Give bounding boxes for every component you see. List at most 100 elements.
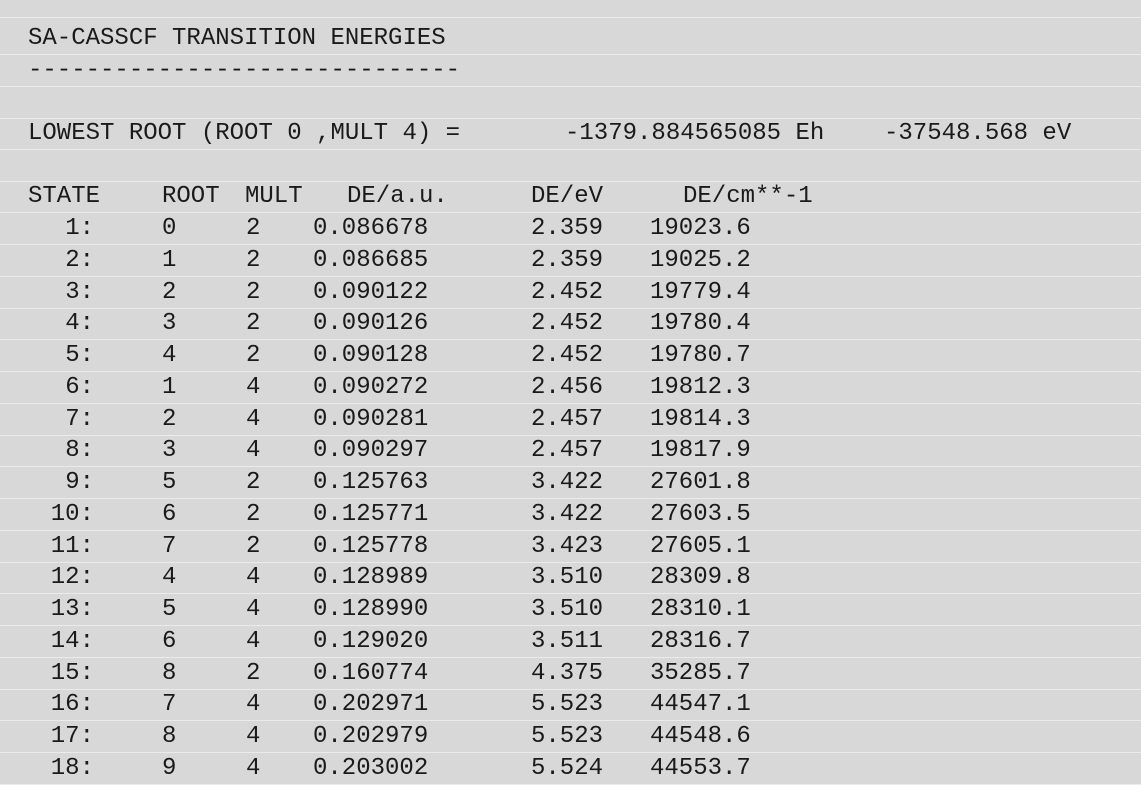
state-cell: 13: — [50, 596, 94, 623]
blank-line — [0, 151, 1141, 182]
de-ev-cell: 3.511 — [531, 628, 604, 655]
root-cell: 7 — [162, 533, 177, 560]
de-ev-cell: 3.422 — [531, 469, 604, 496]
de-cm-cell: 44547.1 — [650, 691, 751, 718]
table-row: 1: 0 2 0.086678 2.359 19023.6 — [0, 214, 1141, 245]
table-row: 8: 3 4 0.090297 2.457 19817.9 — [0, 436, 1141, 467]
header-state: STATE — [28, 183, 101, 210]
table-row: 12: 4 4 0.128989 3.510 28309.8 — [0, 563, 1141, 594]
de-cm-cell: 28316.7 — [650, 628, 751, 655]
mult-cell: 4 — [246, 374, 261, 401]
state-cell: 3: — [65, 279, 94, 306]
de-ev-cell: 2.452 — [531, 310, 604, 337]
header-de-au: DE/a.u. — [347, 183, 448, 210]
de-ev-cell: 5.523 — [531, 723, 604, 750]
de-au-cell: 0.203002 — [313, 755, 429, 782]
state-cell: 10: — [50, 501, 94, 528]
de-ev-cell: 2.452 — [531, 342, 604, 369]
mult-cell: 2 — [246, 342, 261, 369]
root-cell: 4 — [162, 564, 177, 591]
state-cell: 1: — [65, 215, 94, 242]
de-au-cell: 0.090122 — [313, 279, 429, 306]
root-cell: 8 — [162, 660, 177, 687]
mult-cell: 4 — [246, 755, 261, 782]
de-cm-cell: 44553.7 — [650, 755, 751, 782]
root-cell: 6 — [162, 501, 177, 528]
de-ev-cell: 3.510 — [531, 564, 604, 591]
de-au-cell: 0.125763 — [313, 469, 429, 496]
table-row: 10: 6 2 0.125771 3.422 27603.5 — [0, 500, 1141, 531]
mult-cell: 2 — [246, 310, 261, 337]
de-ev-cell: 3.510 — [531, 596, 604, 623]
de-cm-cell: 27605.1 — [650, 533, 751, 560]
state-cell: 17: — [50, 723, 94, 750]
de-cm-cell: 19817.9 — [650, 437, 751, 464]
mult-cell: 4 — [246, 406, 261, 433]
mult-cell: 2 — [246, 501, 261, 528]
root-cell: 2 — [162, 279, 177, 306]
table-row: 4: 3 2 0.090126 2.452 19780.4 — [0, 309, 1141, 340]
state-cell: 4: — [65, 310, 94, 337]
lowest-root-label: LOWEST ROOT (ROOT 0 ,MULT 4) = — [28, 120, 461, 147]
de-au-cell: 0.202979 — [313, 723, 429, 750]
de-cm-cell: 19812.3 — [650, 374, 751, 401]
table-row: 3: 2 2 0.090122 2.452 19779.4 — [0, 278, 1141, 309]
top-separator: ------------------------------ — [28, 0, 460, 11]
de-au-cell: 0.090297 — [313, 437, 429, 464]
top-separator-line: ------------------------------ — [0, 0, 1141, 18]
de-ev-cell: 2.457 — [531, 437, 604, 464]
de-au-cell: 0.090126 — [313, 310, 429, 337]
de-cm-cell: 19779.4 — [650, 279, 751, 306]
root-cell: 6 — [162, 628, 177, 655]
table-row: 15: 8 2 0.160774 4.375 35285.7 — [0, 659, 1141, 690]
header-mult: MULT — [245, 183, 303, 210]
mult-cell: 2 — [246, 469, 261, 496]
table-row: 13: 5 4 0.128990 3.510 28310.1 — [0, 595, 1141, 626]
de-au-cell: 0.090128 — [313, 342, 429, 369]
state-cell: 7: — [65, 406, 94, 433]
mult-cell: 2 — [246, 279, 261, 306]
table-row: 16: 7 4 0.202971 5.523 44547.1 — [0, 690, 1141, 721]
mult-cell: 4 — [246, 628, 261, 655]
de-ev-cell: 2.457 — [531, 406, 604, 433]
de-ev-cell: 2.456 — [531, 374, 604, 401]
state-cell: 12: — [50, 564, 94, 591]
de-ev-cell: 5.523 — [531, 691, 604, 718]
de-au-cell: 0.128990 — [313, 596, 429, 623]
mult-cell: 4 — [246, 596, 261, 623]
state-cell: 2: — [65, 247, 94, 274]
de-cm-cell: 19780.4 — [650, 310, 751, 337]
table-row: 9: 5 2 0.125763 3.422 27601.8 — [0, 468, 1141, 499]
mult-cell: 2 — [246, 215, 261, 242]
blank-line — [0, 88, 1141, 119]
de-ev-cell: 2.359 — [531, 247, 604, 274]
table-row: 2: 1 2 0.086685 2.359 19025.2 — [0, 246, 1141, 277]
de-au-cell: 0.090272 — [313, 374, 429, 401]
root-cell: 9 — [162, 755, 177, 782]
de-cm-cell: 27603.5 — [650, 501, 751, 528]
de-cm-cell: 44548.6 — [650, 723, 751, 750]
state-cell: 18: — [50, 755, 94, 782]
de-ev-cell: 2.359 — [531, 215, 604, 242]
table-row: 17: 8 4 0.202979 5.523 44548.6 — [0, 722, 1141, 753]
state-cell: 8: — [65, 437, 94, 464]
de-cm-cell: 28310.1 — [650, 596, 751, 623]
table-row: 5: 4 2 0.090128 2.452 19780.7 — [0, 341, 1141, 372]
separator: ------------------------------ — [28, 57, 461, 84]
de-au-cell: 0.202971 — [313, 691, 429, 718]
mult-cell: 2 — [246, 533, 261, 560]
root-cell: 3 — [162, 310, 177, 337]
table-row: 18: 9 4 0.203002 5.524 44553.7 — [0, 754, 1141, 785]
state-cell: 11: — [50, 533, 94, 560]
lowest-root-line: LOWEST ROOT (ROOT 0 ,MULT 4) = -1379.884… — [0, 119, 1141, 150]
separator-line: ------------------------------ — [0, 56, 1141, 87]
de-cm-cell: 35285.7 — [650, 660, 751, 687]
state-cell: 15: — [50, 660, 94, 687]
root-cell: 2 — [162, 406, 177, 433]
state-cell: 6: — [65, 374, 94, 401]
de-cm-cell: 19780.7 — [650, 342, 751, 369]
de-au-cell: 0.086685 — [313, 247, 429, 274]
de-cm-cell: 28309.8 — [650, 564, 751, 591]
de-au-cell: 0.086678 — [313, 215, 429, 242]
de-ev-cell: 5.524 — [531, 755, 604, 782]
